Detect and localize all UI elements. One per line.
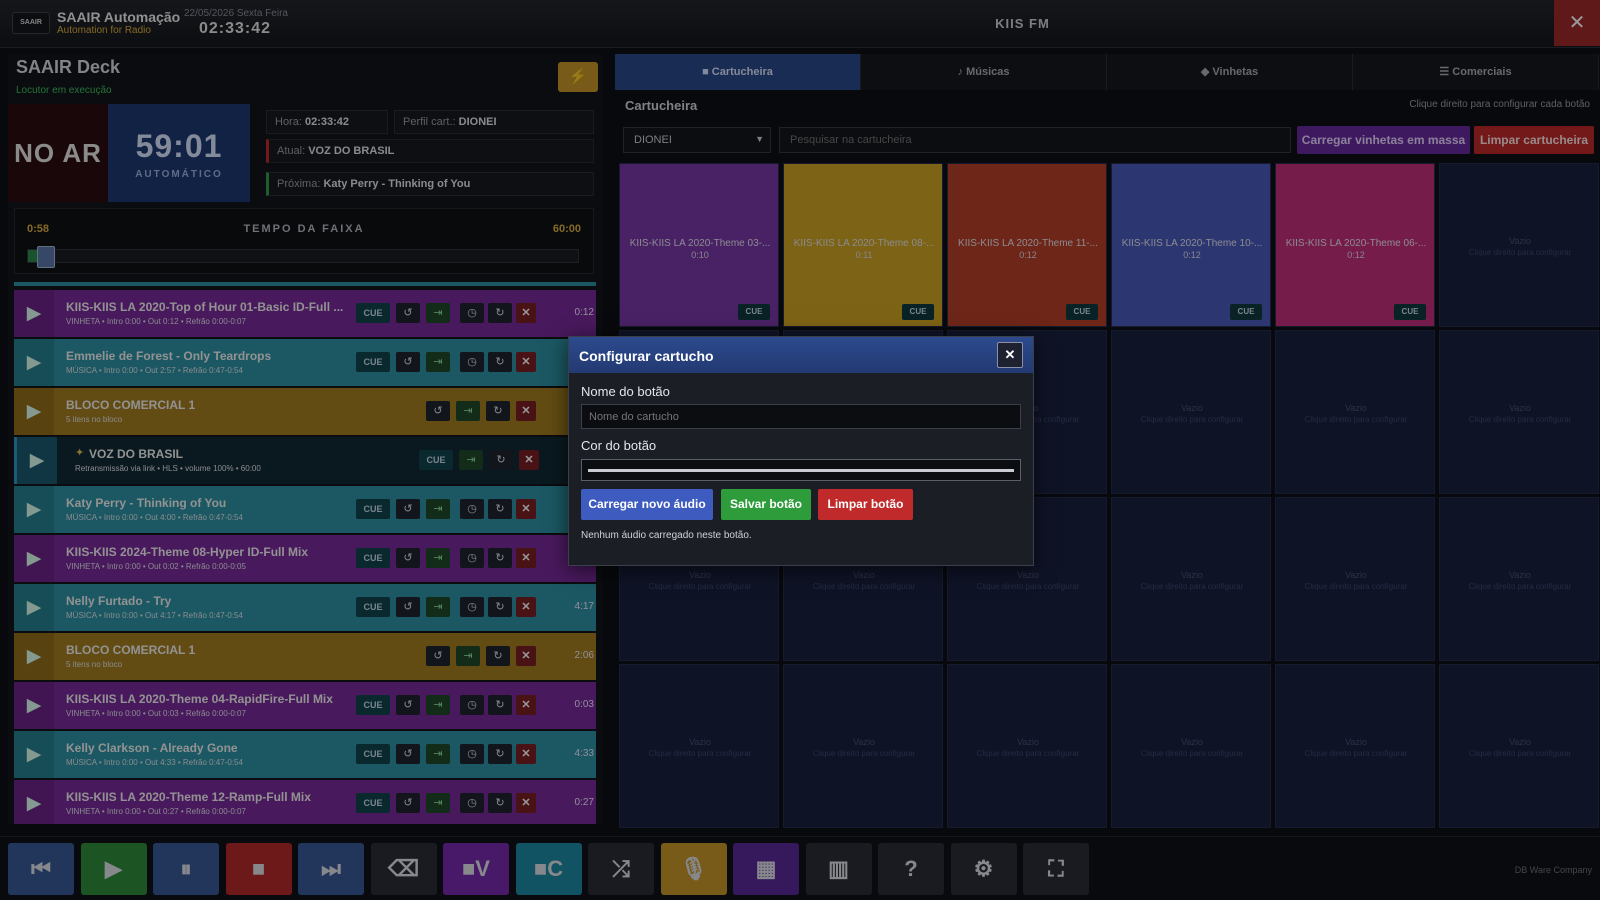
app-window: SAAIR SAAIR Automação Automation for Rad… — [0, 0, 1600, 900]
cart-name-input[interactable] — [581, 404, 1021, 429]
configure-cart-dialog: Configurar cartucho ✕ Nome do botão Cor … — [568, 336, 1034, 566]
color-picker[interactable] — [581, 459, 1021, 481]
name-label: Nome do botão — [581, 384, 670, 399]
color-label: Cor do botão — [581, 438, 657, 453]
load-audio-button[interactable]: Carregar novo áudio — [581, 489, 713, 520]
save-cart-button[interactable]: Salvar botão — [721, 489, 811, 520]
dialog-header: Configurar cartucho ✕ — [569, 337, 1033, 373]
audio-status: Nenhum áudio carregado neste botão. — [581, 530, 752, 541]
dialog-title: Configurar cartucho — [579, 348, 714, 364]
dialog-close-button[interactable]: ✕ — [997, 342, 1023, 368]
clear-cart-slot-button[interactable]: Limpar botão — [818, 489, 913, 520]
color-swatch — [588, 469, 1014, 472]
